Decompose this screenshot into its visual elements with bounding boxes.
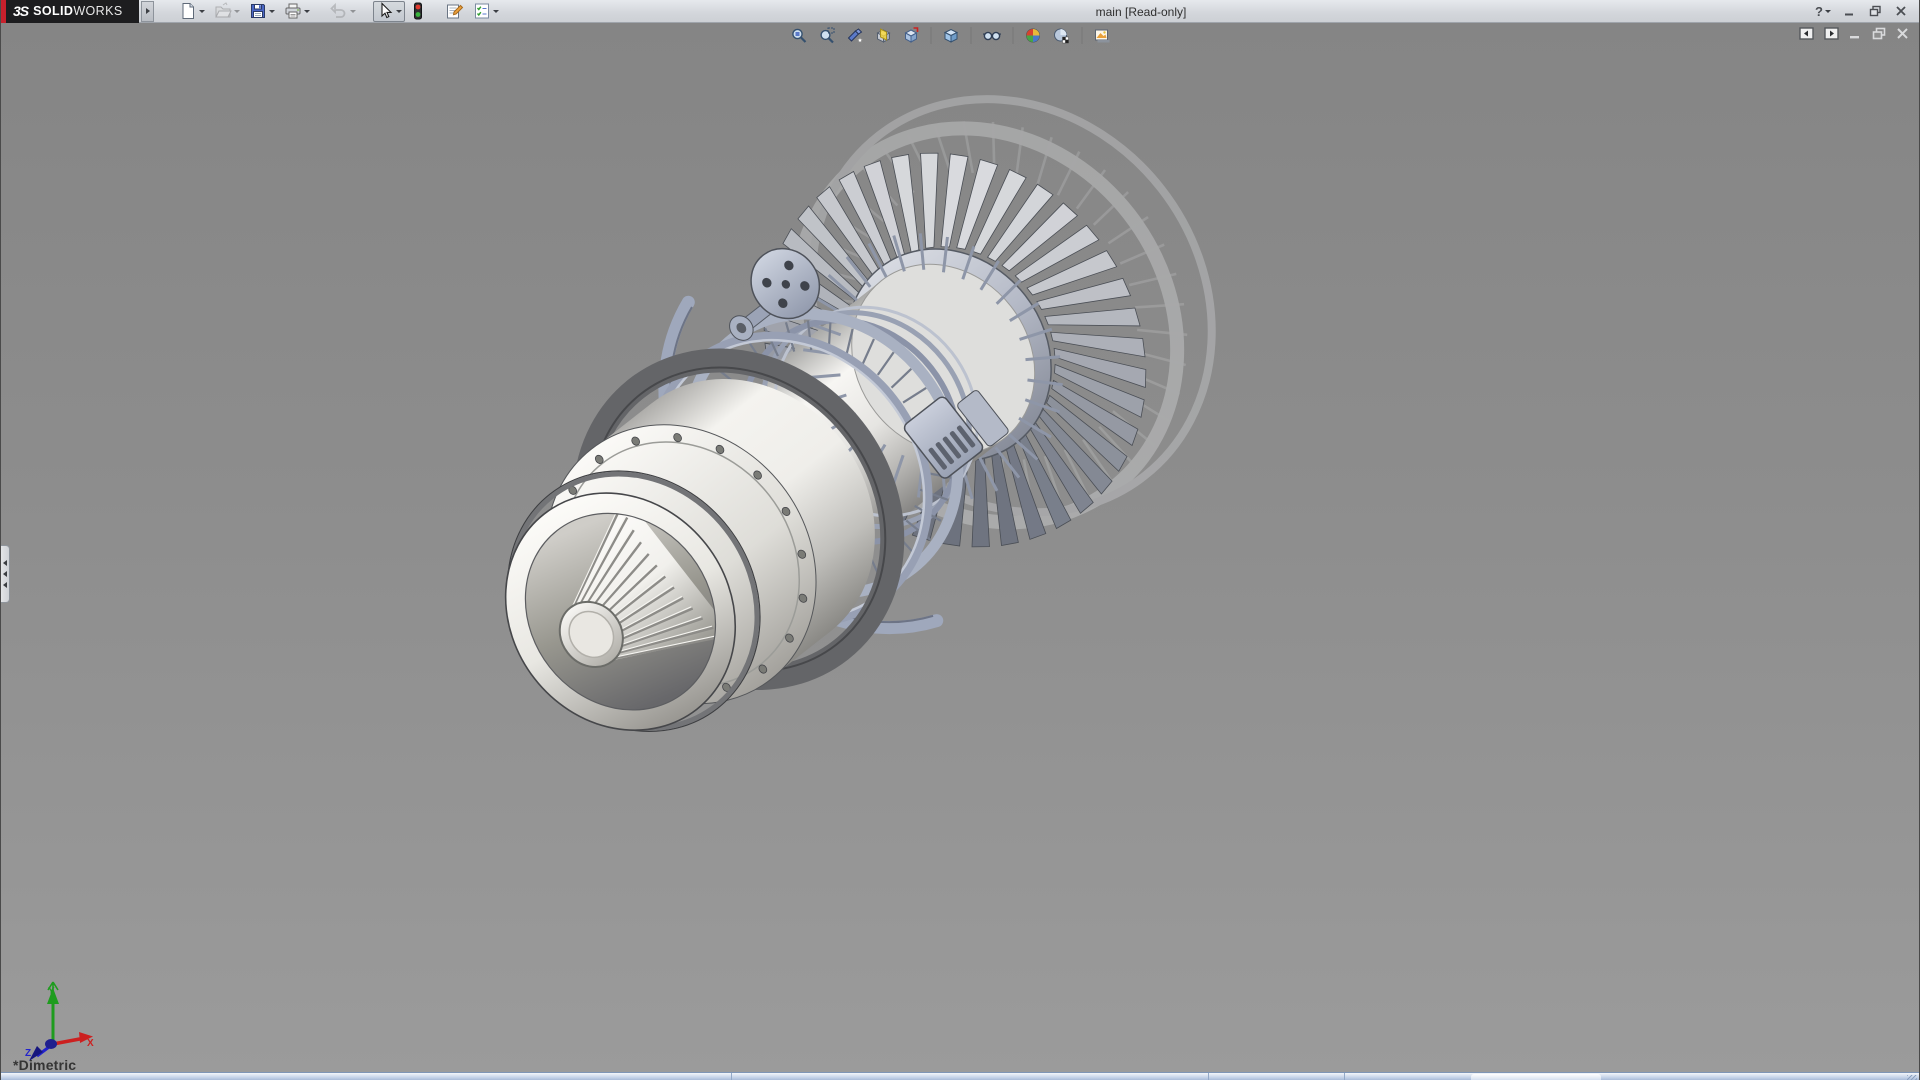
edit-appearance-button[interactable] <box>1023 25 1044 46</box>
jet-engine-model-canvas[interactable] <box>1 23 1919 1072</box>
view-orientation-button[interactable] <box>901 25 922 46</box>
window-title: main [Read-only] <box>1096 5 1187 19</box>
traffic-light-button[interactable] <box>408 1 428 22</box>
dassault-logo-mark-icon: 3S <box>13 3 28 19</box>
display-style-icon <box>943 27 960 44</box>
comment-button[interactable] <box>442 1 467 22</box>
dropdown-arrow-icon[interactable] <box>199 10 205 13</box>
toolbar-separator <box>931 27 932 44</box>
dropdown-arrow-icon[interactable] <box>493 10 499 13</box>
reference-triad: X Z Y <box>17 980 95 1064</box>
close-icon <box>1895 5 1907 17</box>
statusbar-separator <box>1344 1073 1345 1080</box>
dropdown-arrow-icon[interactable] <box>304 10 310 13</box>
apply-scene-icon <box>1053 27 1071 44</box>
design-checker-button[interactable] <box>470 1 502 22</box>
toolbar-separator <box>1013 27 1014 44</box>
chevron-left-icon <box>3 560 7 566</box>
solidworks-logo: 3S SOLIDWORKS <box>1 0 139 23</box>
dropdown-arrow-icon[interactable] <box>269 10 275 13</box>
statusbar-separator <box>1208 1073 1209 1080</box>
jet-engine-model <box>402 23 1294 849</box>
chevron-left-icon <box>3 571 7 577</box>
app-minimize-button[interactable] <box>1844 5 1856 17</box>
statusbar-separator <box>731 1073 732 1080</box>
eyeglasses-icon <box>983 27 1002 44</box>
status-bar-sliver <box>1 1072 1919 1080</box>
zoom-to-fit-icon <box>791 27 808 44</box>
undo-button[interactable] <box>327 1 359 22</box>
display-style-button[interactable] <box>941 25 962 46</box>
zoom-to-fit-button[interactable] <box>789 25 810 46</box>
section-view-button[interactable] <box>873 25 894 46</box>
headsup-view-toolbar <box>789 25 1114 46</box>
save-icon <box>249 2 267 20</box>
featuremanager-collapsed-tab[interactable] <box>1 545 10 603</box>
section-view-icon <box>875 27 892 44</box>
minimize-icon <box>1849 27 1862 40</box>
view-settings-button[interactable] <box>1092 25 1114 46</box>
close-icon <box>1896 27 1909 40</box>
dropdown-arrow-icon[interactable] <box>396 10 402 13</box>
select-cursor-icon <box>376 2 394 20</box>
resize-grip-icon[interactable] <box>1907 1075 1917 1080</box>
new-document-icon <box>179 2 197 20</box>
view-orientation-icon <box>903 27 920 44</box>
dropdown-arrow-icon[interactable] <box>1825 10 1831 13</box>
pane-toggle-right-button[interactable] <box>1824 27 1839 40</box>
minimize-icon <box>1844 5 1856 17</box>
app-window-controls: ? <box>1815 4 1919 19</box>
zoom-to-area-button[interactable] <box>817 25 838 46</box>
comment-edit-icon <box>445 2 464 20</box>
triad-x-label: X <box>87 1038 94 1049</box>
app-close-button[interactable] <box>1895 5 1907 17</box>
undo-icon <box>330 2 348 20</box>
hide-show-items-button[interactable] <box>981 25 1004 46</box>
previous-view-icon <box>847 27 864 44</box>
titlebar: 3S SOLIDWORKS <box>1 0 1919 23</box>
chevron-left-icon <box>3 582 7 588</box>
chevron-right-icon <box>146 8 150 14</box>
open-document-icon <box>214 2 232 20</box>
traffic-light-icon <box>411 2 425 20</box>
standard-toolbar <box>176 1 502 22</box>
print-button[interactable] <box>281 1 313 22</box>
brand-name-light: WORKS <box>73 4 122 18</box>
restore-icon <box>1869 5 1882 17</box>
pane-right-icon <box>1824 27 1839 40</box>
model-viewport[interactable]: X Z Y *Dimetric <box>1 23 1919 1072</box>
brand-name-bold: SOLID <box>33 4 73 18</box>
pane-toggle-left-button[interactable] <box>1799 27 1814 40</box>
toolbar-separator <box>1082 27 1083 44</box>
dropdown-arrow-icon[interactable] <box>350 10 356 13</box>
apply-scene-button[interactable] <box>1051 25 1073 46</box>
view-orientation-label: *Dimetric <box>13 1057 76 1073</box>
document-window-controls <box>1799 27 1909 40</box>
view-settings-icon <box>1094 27 1112 44</box>
previous-view-button[interactable] <box>845 25 866 46</box>
triad-y-label: Y <box>48 986 55 997</box>
open-document-button[interactable] <box>211 1 243 22</box>
dropdown-arrow-icon[interactable] <box>234 10 240 13</box>
toolbar-separator <box>971 27 972 44</box>
app-restore-button[interactable] <box>1869 5 1882 17</box>
zoom-to-area-icon <box>819 27 836 44</box>
doc-minimize-button[interactable] <box>1849 27 1862 40</box>
pane-left-icon <box>1799 27 1814 40</box>
design-checker-icon <box>473 2 491 20</box>
restore-icon <box>1872 27 1886 40</box>
help-button[interactable]: ? <box>1815 4 1831 19</box>
logo-red-bar <box>1 0 6 23</box>
doc-restore-button[interactable] <box>1872 27 1886 40</box>
doc-close-button[interactable] <box>1896 27 1909 40</box>
print-icon <box>284 2 302 20</box>
solidworks-window: 3S SOLIDWORKS <box>0 0 1920 1080</box>
statusbar-segment <box>1471 1074 1601 1080</box>
new-document-button[interactable] <box>176 1 208 22</box>
select-tool-button[interactable] <box>373 1 405 22</box>
save-button[interactable] <box>246 1 278 22</box>
menu-expand-button[interactable] <box>141 1 154 22</box>
appearance-ball-icon <box>1025 27 1042 44</box>
